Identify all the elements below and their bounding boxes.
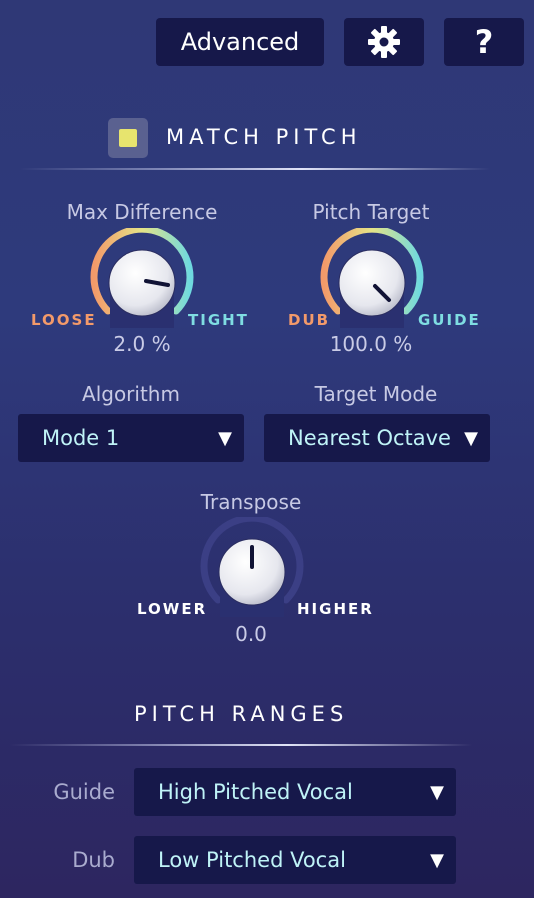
match-pitch-title: MATCH PITCH — [166, 125, 362, 149]
help-button[interactable]: ? — [444, 18, 524, 66]
target-mode-select[interactable]: Nearest Octave ▼ — [264, 414, 490, 462]
pitch-target-label: Pitch Target — [312, 200, 430, 224]
higher-label: HIGHER — [297, 600, 374, 618]
transpose-label: Transpose — [200, 490, 302, 514]
advanced-button-label: Advanced — [180, 28, 300, 56]
advanced-button[interactable]: Advanced — [156, 18, 324, 66]
pitch-target-value: 100.0 % — [329, 332, 413, 356]
guide-row-label: Guide — [53, 780, 115, 804]
loose-label: LOOSE — [31, 311, 97, 329]
dub-range-select-value: Low Pitched Vocal — [158, 848, 346, 872]
algorithm-label: Algorithm — [82, 382, 180, 406]
dub-knob-label: DUB — [288, 311, 331, 329]
target-mode-select-value: Nearest Octave — [288, 426, 451, 450]
match-pitch-checkbox[interactable] — [108, 118, 148, 158]
chevron-down-icon: ▼ — [430, 849, 444, 871]
gear-icon — [368, 26, 400, 58]
chevron-down-icon: ▼ — [430, 781, 444, 803]
guide-range-select-value: High Pitched Vocal — [158, 780, 353, 804]
chevron-down-icon: ▼ — [218, 427, 232, 449]
transpose-value: 0.0 — [235, 622, 267, 646]
dub-range-select[interactable]: Low Pitched Vocal ▼ — [134, 836, 456, 884]
match-pitch-divider — [20, 168, 490, 170]
guide-knob-label: GUIDE — [418, 311, 481, 329]
settings-button[interactable] — [344, 18, 424, 66]
pitch-ranges-divider — [10, 744, 472, 746]
tight-label: TIGHT — [188, 311, 249, 329]
help-icon: ? — [474, 23, 494, 61]
max-difference-knob[interactable] — [87, 228, 197, 338]
guide-range-select[interactable]: High Pitched Vocal ▼ — [134, 768, 456, 816]
dub-row-label: Dub — [72, 848, 115, 872]
algorithm-select[interactable]: Mode 1 ▼ — [18, 414, 244, 462]
max-difference-label: Max Difference — [66, 200, 218, 224]
max-difference-value: 2.0 % — [113, 332, 171, 356]
pitch-target-knob[interactable] — [317, 228, 427, 338]
transpose-knob[interactable] — [197, 517, 307, 627]
checkbox-check-mark — [119, 129, 137, 147]
lower-label: LOWER — [137, 600, 208, 618]
chevron-down-icon: ▼ — [464, 427, 478, 449]
pitch-ranges-title: PITCH RANGES — [134, 702, 349, 726]
algorithm-select-value: Mode 1 — [42, 426, 120, 450]
target-mode-label: Target Mode — [314, 382, 438, 406]
